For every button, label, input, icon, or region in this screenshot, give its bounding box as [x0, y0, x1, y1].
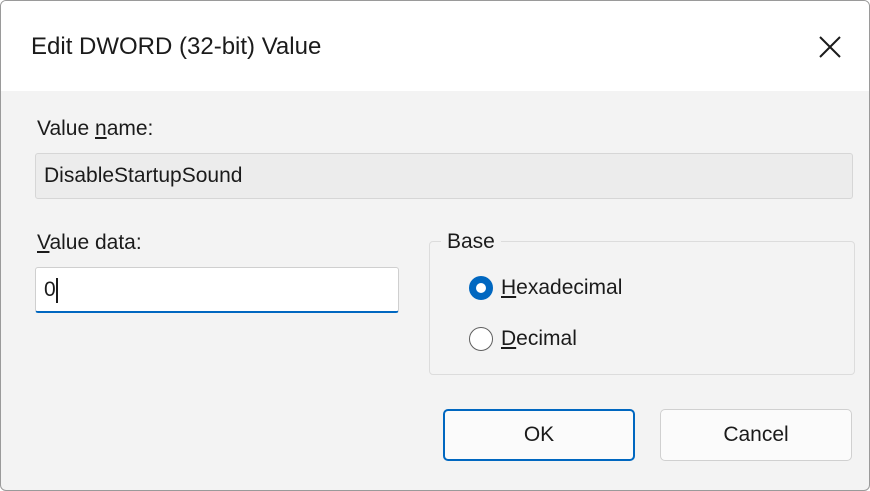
radio-decimal[interactable]: Decimal	[469, 327, 577, 351]
value-name-text: DisableStartupSound	[44, 164, 243, 187]
title-bar: Edit DWORD (32-bit) Value	[1, 1, 869, 91]
radio-decimal-label: Decimal	[501, 327, 577, 350]
radio-unchecked-icon	[469, 327, 493, 351]
base-groupbox	[429, 241, 855, 375]
value-data-input[interactable]: 0	[35, 267, 399, 313]
text-caret	[56, 278, 58, 303]
close-icon	[819, 36, 841, 58]
edit-dword-dialog: Edit DWORD (32-bit) Value Value name: Di…	[0, 0, 870, 491]
radio-checked-icon	[469, 276, 493, 300]
radio-hexadecimal-label: Hexadecimal	[501, 276, 623, 299]
value-name-field[interactable]: DisableStartupSound	[35, 153, 853, 199]
ok-button[interactable]: OK	[443, 409, 635, 461]
value-data-label: Value data:	[37, 231, 142, 254]
cancel-button[interactable]: Cancel	[660, 409, 852, 461]
dialog-title: Edit DWORD (32-bit) Value	[31, 33, 322, 60]
close-button[interactable]	[791, 11, 869, 83]
value-data-text: 0	[44, 278, 56, 301]
base-group-label: Base	[441, 230, 501, 254]
value-name-label: Value name:	[37, 117, 154, 140]
radio-hexadecimal[interactable]: Hexadecimal	[469, 276, 622, 300]
